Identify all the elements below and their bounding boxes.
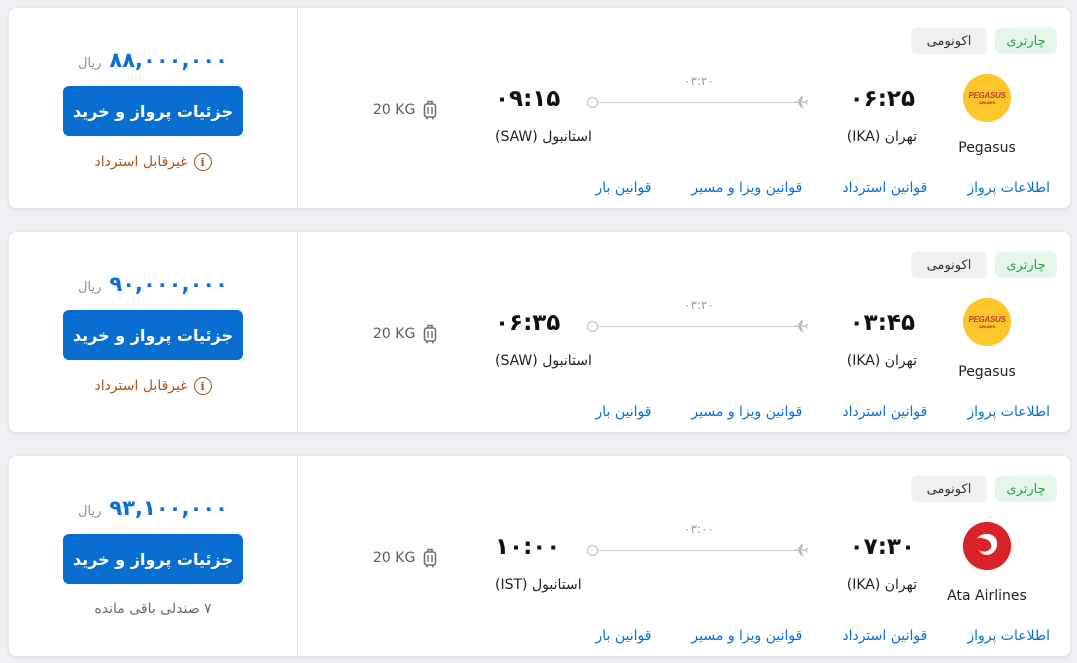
flight-card: ریال ۸۸,۰۰۰,۰۰۰ جزئیات پرواز و خرید i غی… bbox=[8, 7, 1071, 209]
buy-button[interactable]: جزئیات پرواز و خرید bbox=[63, 534, 243, 584]
visa-rules-link[interactable]: قوانین ویزا و مسیر bbox=[691, 628, 802, 644]
price: ۸۸,۰۰۰,۰۰۰ bbox=[109, 48, 228, 72]
charter-badge: چارتری bbox=[995, 252, 1057, 278]
airline-name: Pegasus bbox=[958, 140, 1016, 156]
flight-info-link[interactable]: اطلاعات پرواز bbox=[967, 180, 1050, 196]
plane-icon: ✈ bbox=[793, 92, 809, 114]
baggage-allowance: 20 KG bbox=[373, 100, 437, 120]
charter-badge: چارتری bbox=[995, 28, 1057, 54]
destination-dot bbox=[587, 545, 598, 556]
logo-text: PEGASUS bbox=[968, 91, 1006, 100]
price-row: ریال ۹۳,۱۰۰,۰۰۰ bbox=[9, 496, 297, 526]
logo-subtext: AIRLINES bbox=[978, 100, 996, 105]
refund-rules-link[interactable]: قوانین استرداد bbox=[842, 180, 927, 196]
flight-links: اطلاعات پرواز قوانین استرداد قوانین ویزا… bbox=[595, 180, 1050, 196]
price: ۹۰,۰۰۰,۰۰۰ bbox=[109, 272, 228, 296]
departure-city: تهران (IKA) bbox=[846, 577, 917, 593]
status-text: غیرقابل استرداد bbox=[94, 154, 188, 170]
departure-time: ۰۷:۳۰ bbox=[849, 534, 915, 560]
price-row: ریال ۹۰,۰۰۰,۰۰۰ bbox=[9, 272, 297, 302]
cabin-class-badge: اکونومی bbox=[911, 252, 987, 278]
plane-icon: ✈ bbox=[793, 540, 809, 562]
baggage-weight: 20 KG bbox=[373, 550, 416, 566]
currency-label: ریال bbox=[78, 280, 102, 295]
route-line bbox=[595, 550, 800, 551]
logo-text: PEGASUS bbox=[968, 315, 1006, 324]
ata-airlines-logo bbox=[963, 522, 1011, 570]
seats-left: ۷ صندلی باقی مانده bbox=[9, 601, 297, 617]
destination-dot bbox=[587, 97, 598, 108]
cabin-class-badge: اکونومی bbox=[911, 476, 987, 502]
visa-rules-link[interactable]: قوانین ویزا و مسیر bbox=[691, 404, 802, 420]
refund-rules-link[interactable]: قوانین استرداد bbox=[842, 628, 927, 644]
luggage-icon bbox=[423, 100, 437, 120]
arrival-city: استانبول (SAW) bbox=[495, 353, 592, 369]
flight-duration: ۰۳:۲۰ bbox=[684, 298, 714, 312]
status-text: غیرقابل استرداد bbox=[94, 378, 188, 394]
visa-rules-link[interactable]: قوانین ویزا و مسیر bbox=[691, 180, 802, 196]
flight-links: اطلاعات پرواز قوانین استرداد قوانین ویزا… bbox=[595, 628, 1050, 644]
baggage-rules-link[interactable]: قوانین بار bbox=[595, 404, 651, 420]
info-icon: i bbox=[193, 153, 212, 171]
arrival-time: ۱۰:۰۰ bbox=[495, 534, 561, 560]
baggage-weight: 20 KG bbox=[373, 102, 416, 118]
baggage-rules-link[interactable]: قوانین بار bbox=[595, 628, 651, 644]
buy-button[interactable]: جزئیات پرواز و خرید bbox=[63, 310, 243, 360]
baggage-allowance: 20 KG bbox=[373, 548, 437, 568]
baggage-rules-link[interactable]: قوانین بار bbox=[595, 180, 651, 196]
route-line bbox=[595, 102, 800, 103]
currency-label: ریال bbox=[78, 56, 102, 71]
flight-duration: ۰۳:۲۰ bbox=[684, 74, 714, 88]
ata-logo-mark bbox=[963, 522, 1011, 570]
arrival-city: استانبول (IST) bbox=[495, 577, 582, 593]
info-icon: i bbox=[193, 377, 212, 395]
divider bbox=[297, 8, 298, 208]
departure-time: ۰۶:۲۵ bbox=[849, 86, 915, 112]
flight-info-link[interactable]: اطلاعات پرواز bbox=[967, 404, 1050, 420]
charter-badge: چارتری bbox=[995, 476, 1057, 502]
destination-dot bbox=[587, 321, 598, 332]
divider bbox=[297, 232, 298, 432]
cabin-class-badge: اکونومی bbox=[911, 28, 987, 54]
departure-city: تهران (IKA) bbox=[846, 353, 917, 369]
baggage-allowance: 20 KG bbox=[373, 324, 437, 344]
arrival-time: ۰۶:۳۵ bbox=[495, 310, 561, 336]
refund-status: i غیرقابل استرداد bbox=[9, 377, 297, 395]
flight-links: اطلاعات پرواز قوانین استرداد قوانین ویزا… bbox=[595, 404, 1050, 420]
pegasus-logo: PEGASUS AIRLINES bbox=[963, 298, 1011, 346]
arrival-city: استانبول (SAW) bbox=[495, 129, 592, 145]
price-row: ریال ۸۸,۰۰۰,۰۰۰ bbox=[9, 48, 297, 78]
status-text: ۷ صندلی باقی مانده bbox=[94, 601, 212, 617]
departure-city: تهران (IKA) bbox=[846, 129, 917, 145]
refund-status: i غیرقابل استرداد bbox=[9, 153, 297, 171]
arrival-time: ۰۹:۱۵ bbox=[495, 86, 561, 112]
flight-card: ریال ۹۳,۱۰۰,۰۰۰ جزئیات پرواز و خرید ۷ صن… bbox=[8, 455, 1071, 657]
flight-duration: ۰۳:۰۰ bbox=[684, 522, 714, 536]
buy-button[interactable]: جزئیات پرواز و خرید bbox=[63, 86, 243, 136]
pegasus-logo: PEGASUS AIRLINES bbox=[963, 74, 1011, 122]
price: ۹۳,۱۰۰,۰۰۰ bbox=[109, 496, 228, 520]
luggage-icon bbox=[423, 548, 437, 568]
departure-time: ۰۳:۴۵ bbox=[849, 310, 915, 336]
refund-rules-link[interactable]: قوانین استرداد bbox=[842, 404, 927, 420]
airline-name: Ata Airlines bbox=[947, 588, 1027, 604]
logo-subtext: AIRLINES bbox=[978, 324, 996, 329]
currency-label: ریال bbox=[78, 504, 102, 519]
luggage-icon bbox=[423, 324, 437, 344]
flight-card: ریال ۹۰,۰۰۰,۰۰۰ جزئیات پرواز و خرید i غی… bbox=[8, 231, 1071, 433]
airline-name: Pegasus bbox=[958, 364, 1016, 380]
route-line bbox=[595, 326, 800, 327]
flight-info-link[interactable]: اطلاعات پرواز bbox=[967, 628, 1050, 644]
divider bbox=[297, 456, 298, 656]
plane-icon: ✈ bbox=[793, 316, 809, 338]
baggage-weight: 20 KG bbox=[373, 326, 416, 342]
